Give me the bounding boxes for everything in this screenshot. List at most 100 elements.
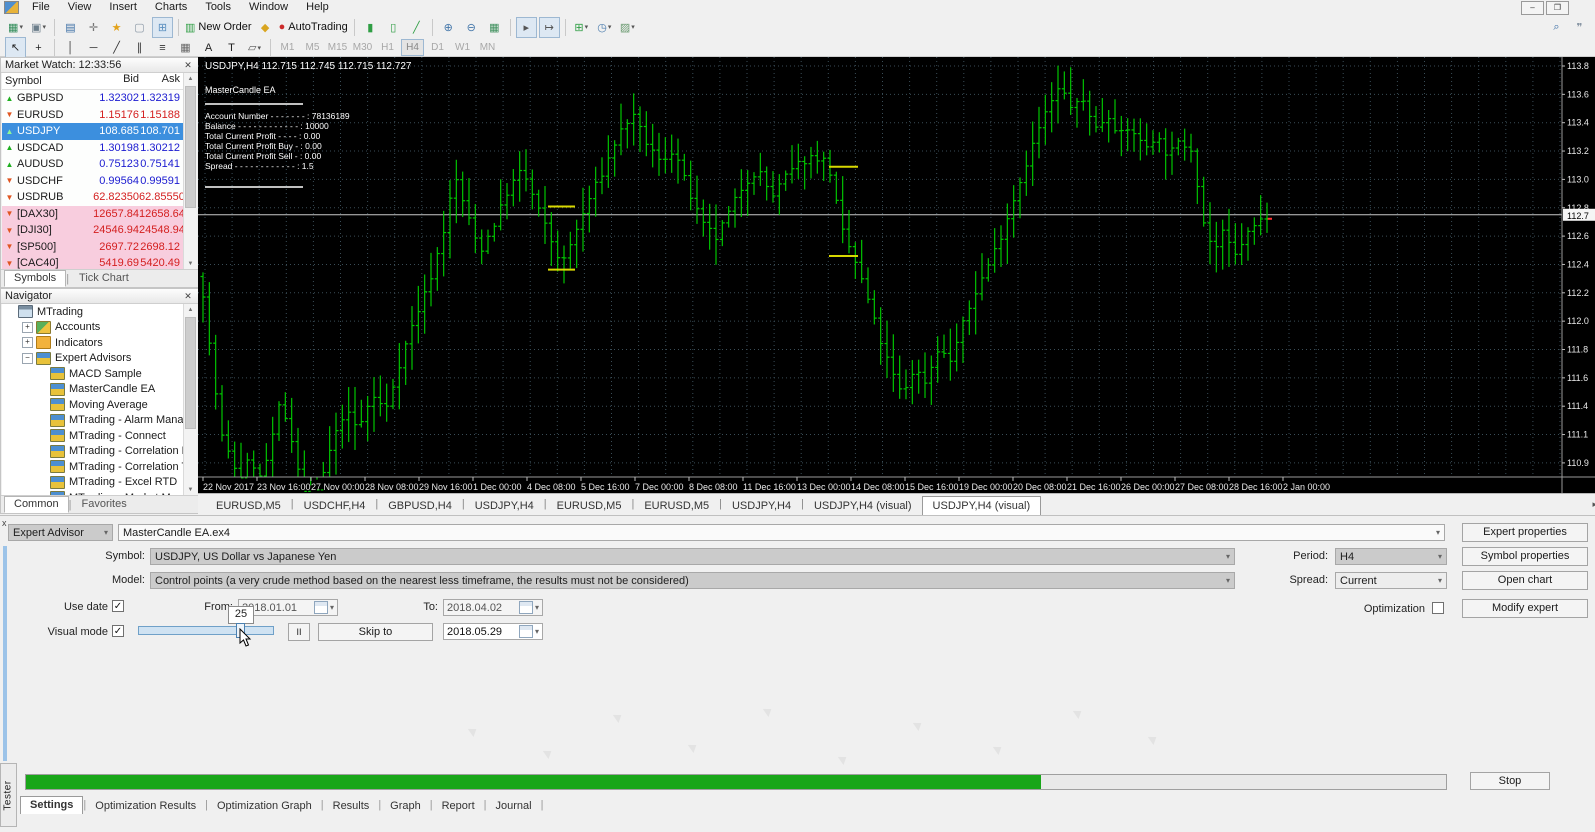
timeframe-h4[interactable]: H4 xyxy=(401,39,424,56)
cursor-icon[interactable]: ↖ xyxy=(5,37,26,58)
market-watch-row-usdcad[interactable]: ▲ USDCAD 1.30198 1.30212 xyxy=(2,139,184,156)
calendar-icon[interactable] xyxy=(518,625,533,638)
timeframe-m1[interactable]: M1 xyxy=(276,39,299,56)
use-date-checkbox[interactable]: ✓ xyxy=(112,600,124,612)
expert-type-select[interactable]: Expert Advisor ▾ xyxy=(8,524,113,541)
menu-item-window[interactable]: Window xyxy=(240,0,297,15)
dropdown-caret-icon[interactable]: ▾ xyxy=(257,44,261,52)
chart-tab-1-usdchf-h4[interactable]: USDCHF,H4 xyxy=(294,498,376,515)
collapse-icon[interactable]: − xyxy=(22,352,33,364)
symbol-properties-button[interactable]: Symbol properties xyxy=(1462,547,1588,566)
navigator-item-expert-advisors[interactable]: − Expert Advisors xyxy=(2,351,184,367)
timeframe-m30[interactable]: M30 xyxy=(351,39,374,56)
zoom-out-icon[interactable]: ⊖ xyxy=(461,17,482,38)
metaeditor-icon[interactable]: ◆ xyxy=(255,17,276,38)
expand-icon[interactable]: + xyxy=(22,321,33,333)
navigator-item-mastercandle-ea[interactable]: MasterCandle EA xyxy=(2,382,184,398)
auto-scroll-icon[interactable]: ▸ xyxy=(515,16,537,38)
favorites-icon[interactable]: ★ xyxy=(106,17,127,38)
text-icon[interactable]: A xyxy=(198,37,219,58)
timeframe-h1[interactable]: H1 xyxy=(376,39,399,56)
crosshair-icon[interactable]: + xyxy=(28,37,49,58)
expand-icon[interactable]: + xyxy=(22,337,33,349)
candlestick-icon[interactable]: ▯ xyxy=(383,17,404,38)
market-watch-row-gbpusd[interactable]: ▲ GBPUSD 1.32302 1.32319 xyxy=(2,90,184,107)
market-watch-row-eurusd[interactable]: ▼ EURUSD 1.15176 1.15188 xyxy=(2,106,184,123)
timeframe-m15[interactable]: M15 xyxy=(326,39,349,56)
profiles-icon[interactable]: ▣ ▾ xyxy=(28,17,49,38)
visual-mode-checkbox[interactable]: ✓ xyxy=(112,625,124,637)
timeframe-w1[interactable]: W1 xyxy=(451,39,474,56)
channel-icon[interactable]: ∥ xyxy=(129,37,150,58)
market-watch-row-dji30[interactable]: ▼ [DJI30] 24546.94 24548.94 xyxy=(2,222,184,239)
timeframe-d1[interactable]: D1 xyxy=(426,39,449,56)
market-watch-row-audusd[interactable]: ▲ AUDUSD 0.75123 0.75141 xyxy=(2,156,184,173)
tile-windows-icon[interactable]: ▦ xyxy=(484,17,505,38)
menu-item-view[interactable]: View xyxy=(59,0,101,15)
grid-icon[interactable]: ▦ xyxy=(175,37,196,58)
navigator-item-mtrading-correlation-mat[interactable]: MTrading - Correlation Mat xyxy=(2,444,184,460)
navigator-item-mtrading[interactable]: MTrading xyxy=(2,304,184,320)
expert-properties-button[interactable]: Expert properties xyxy=(1462,523,1588,542)
spread-select[interactable]: Current ▾ xyxy=(1335,572,1447,589)
expert-file-select[interactable]: MasterCandle EA.ex4 ▾ xyxy=(118,524,1445,541)
pause-button[interactable]: II xyxy=(288,623,310,641)
horizontal-line-icon[interactable]: ─ xyxy=(83,37,104,58)
terminal-icon[interactable]: ⊞ xyxy=(152,16,173,38)
periods-icon[interactable]: ◷ ▾ xyxy=(594,17,615,38)
templates-icon[interactable]: ▨ ▾ xyxy=(617,17,638,38)
column-header-symbol[interactable]: Symbol xyxy=(2,73,93,89)
chart-shift-icon[interactable]: ↦ xyxy=(538,16,560,38)
new-chart-icon[interactable]: ▦ ▾ xyxy=(5,17,26,38)
dropdown-caret-icon[interactable]: ▾ xyxy=(42,23,46,31)
stop-button[interactable]: Stop xyxy=(1470,772,1550,790)
tester-tab-journal[interactable]: Journal xyxy=(487,798,541,814)
market-watch-close-icon[interactable]: ✕ xyxy=(182,60,194,71)
navigator-item-moving-average[interactable]: Moving Average xyxy=(2,397,184,413)
navigator-item-macd-sample[interactable]: MACD Sample xyxy=(2,366,184,382)
open-chart-button[interactable]: Open chart xyxy=(1462,571,1588,590)
to-date-field[interactable]: 2018.04.02 ▾ xyxy=(443,599,543,616)
chart-area[interactable]: USDJPY,H4 112.715 112.745 112.715 112.72… xyxy=(198,57,1595,513)
minimize-button[interactable]: – xyxy=(1521,0,1544,15)
tester-tab-results[interactable]: Results xyxy=(324,798,379,814)
tester-tab-settings[interactable]: Settings xyxy=(20,796,84,814)
fibonacci-icon[interactable]: ≡ xyxy=(152,37,173,58)
chat-icon[interactable]: ❞ xyxy=(1569,17,1590,38)
zoom-in-icon[interactable]: ⊕ xyxy=(438,17,459,38)
navigator-item-mtrading-excel-rtd[interactable]: MTrading - Excel RTD xyxy=(2,475,184,491)
data-window-icon[interactable]: ✛ xyxy=(83,17,104,38)
chart-tab-2-gbpusd-h4[interactable]: GBPUSD,H4 xyxy=(378,498,462,515)
menu-item-charts[interactable]: Charts xyxy=(146,0,196,15)
scroll-up-icon[interactable]: ▲ xyxy=(184,304,197,316)
market-watch-row-usdrub[interactable]: ▼ USDRUB 62.82350 62.85550 xyxy=(2,189,184,206)
timeframe-m5[interactable]: M5 xyxy=(301,39,324,56)
market-watch-row-dax30[interactable]: ▼ [DAX30] 12657.84 12658.64 xyxy=(2,205,184,222)
menu-item-insert[interactable]: Insert xyxy=(100,0,146,15)
restore-button[interactable]: ❐ xyxy=(1546,0,1569,15)
dropdown-caret-icon[interactable]: ▾ xyxy=(631,23,635,31)
new-order-icon[interactable]: ▥ New Order xyxy=(184,17,253,38)
chart-tab-4-eurusd-m5[interactable]: EURUSD,M5 xyxy=(547,498,632,515)
calendar-icon[interactable] xyxy=(518,601,533,614)
navigator-tab-common[interactable]: Common xyxy=(4,496,69,513)
optimization-checkbox[interactable] xyxy=(1432,602,1444,614)
market-watch-row-usdchf[interactable]: ▼ USDCHF 0.99564 0.99591 xyxy=(2,172,184,189)
skip-to-button[interactable]: Skip to xyxy=(318,623,433,641)
indicators-icon[interactable]: ⊞ ▾ xyxy=(571,17,592,38)
chart-tab-6-usdjpy-h4[interactable]: USDJPY,H4 xyxy=(722,498,801,515)
navigator-item-mtrading-alarm-manager[interactable]: MTrading - Alarm Manager xyxy=(2,413,184,429)
navigator-item-accounts[interactable]: + Accounts xyxy=(2,320,184,336)
market-watch-row-sp500[interactable]: ▼ [SP500] 2697.72 2698.12 xyxy=(2,238,184,255)
navigator-item-indicators[interactable]: + Indicators xyxy=(2,335,184,351)
tester-tab-optimization-graph[interactable]: Optimization Graph xyxy=(208,798,321,814)
trendline-icon[interactable]: ╱ xyxy=(106,37,127,58)
shapes-icon[interactable]: ▱ ▾ xyxy=(244,37,265,58)
menu-item-help[interactable]: Help xyxy=(297,0,338,15)
scroll-up-icon[interactable]: ▲ xyxy=(184,73,197,85)
chart-tab-7-usdjpy-h4-visual-[interactable]: USDJPY,H4 (visual) xyxy=(804,498,922,515)
skip-date-field[interactable]: 2018.05.29 ▾ xyxy=(443,623,543,640)
market-watch-row-cac40[interactable]: ▼ [CAC40] 5419.69 5420.49 xyxy=(2,255,184,270)
menu-item-file[interactable]: File xyxy=(23,0,59,15)
chart-tab-3-usdjpy-h4[interactable]: USDJPY,H4 xyxy=(465,498,544,515)
